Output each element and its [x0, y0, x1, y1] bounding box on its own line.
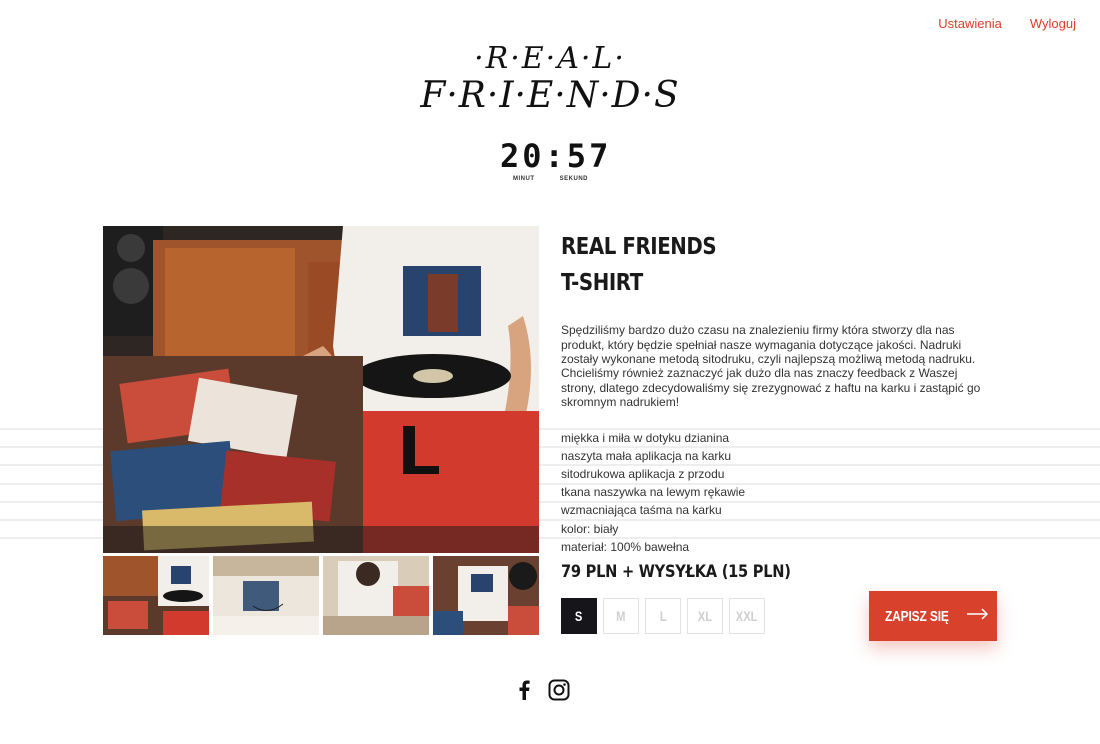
product-description: Spędziliśmy bardzo dużo czasu na znalezi…	[561, 323, 981, 410]
product-price: 79 PLN + WYSYŁKA (15 PLN)	[561, 562, 791, 582]
logo-line-2: F·R·I·E·N·D·S	[420, 75, 680, 116]
feature-list: miękka i miła w dotyku dzianina naszyta …	[561, 429, 1001, 556]
signup-button[interactable]: ZAPISZ SIĘ	[869, 591, 997, 641]
minutes-label: MINUT	[513, 176, 535, 182]
size-option-l[interactable]: L	[645, 598, 681, 634]
arrow-right-icon	[966, 607, 989, 625]
product-info: REAL FRIENDS T-SHIRT Spędziliśmy bardzo …	[561, 230, 1001, 556]
product-title-line-2: T-SHIRT	[561, 269, 643, 296]
feature-item: wzmacniająca taśma na karku	[561, 501, 1001, 519]
thumbnail-2[interactable]	[213, 556, 319, 635]
product-title-line-1: REAL FRIENDS	[561, 234, 717, 260]
size-option-xl[interactable]: XL	[687, 598, 723, 634]
feature-item: materiał: 100% bawełna	[561, 538, 1001, 556]
top-nav: Ustawienia Wyloguj	[938, 16, 1076, 31]
social-links	[518, 679, 570, 701]
product-main-photo	[103, 226, 539, 553]
feature-item: tkana naszywka na lewym rękawie	[561, 483, 1001, 501]
signup-button-label: ZAPISZ SIĘ	[885, 607, 949, 625]
product-title: REAL FRIENDS T-SHIRT	[561, 230, 939, 301]
size-option-m[interactable]: M	[603, 598, 639, 634]
real-friends-logo: ·R·E·A·L· F·R·I·E·N·D·S	[405, 44, 695, 130]
facebook-icon[interactable]	[518, 680, 530, 700]
instagram-icon[interactable]	[548, 679, 570, 701]
thumbnail-strip	[103, 556, 539, 635]
thumbnail-1[interactable]	[103, 556, 209, 635]
size-selector: S M L XL XXL	[561, 598, 765, 634]
feature-item: naszyta mała aplikacja na karku	[561, 447, 1001, 465]
feature-item: miękka i miła w dotyku dzianina	[561, 429, 1001, 447]
thumbnail-3[interactable]	[323, 556, 429, 635]
logout-link[interactable]: Wyloguj	[1030, 16, 1076, 31]
feature-item: kolor: biały	[561, 520, 1001, 538]
seconds-label: SEKUND	[559, 176, 588, 182]
countdown-timer: 20:57 MINUT SEKUND	[500, 137, 612, 182]
size-option-s[interactable]: S	[561, 598, 597, 634]
feature-item: sitodrukowa aplikacja z przodu	[561, 465, 1001, 483]
countdown-value: 20:57	[500, 137, 612, 175]
settings-link[interactable]: Ustawienia	[938, 16, 1002, 31]
thumbnail-4[interactable]	[433, 556, 539, 635]
size-option-xxl[interactable]: XXL	[729, 598, 765, 634]
logo-line-1: ·R·E·A·L·	[474, 41, 626, 76]
